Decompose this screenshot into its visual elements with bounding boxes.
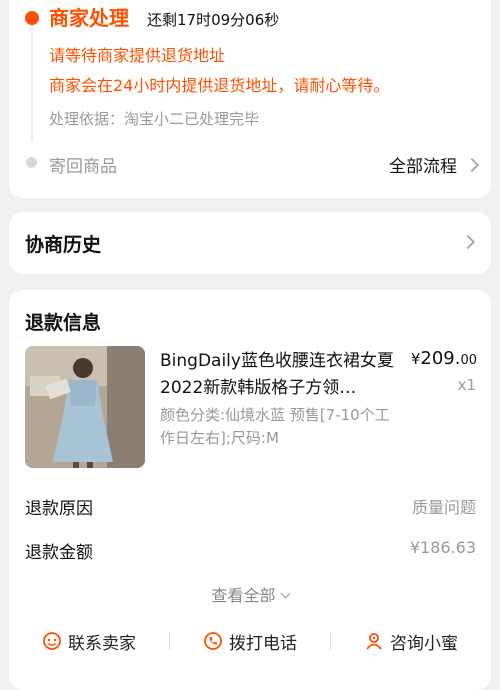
price-currency: ¥ [410,350,421,368]
refund-amount-label: 退款金额 [25,543,93,563]
timeline-line [31,14,33,142]
contact-seller-label: 联系卖家 [68,633,136,654]
status-card: 商家处理 还剩17时09分06秒 请等待商家提供退货地址 商家会在24小时内提供… [9,0,491,198]
chevron-down-icon [280,588,290,599]
price-decimal: 00 [460,353,477,368]
notice-line-2: 商家会在24小时内提供退货地址，请耐心等待。 [49,76,390,95]
consult-label: 咨询小蜜 [390,633,458,654]
return-goods-step: 寄回商品 [49,157,117,177]
product-spec: 颜色分类:仙境水蓝 预售[7-10个工作日左右];尺码:M [160,406,390,447]
assistant-icon [366,633,382,650]
chevron-right-icon [464,157,480,172]
price-integer: 209. [420,348,461,369]
chevron-right-icon [460,234,476,250]
view-all-label: 查看全部 [211,586,276,605]
refund-reason-value: 质量问题 [411,498,476,517]
view-all-button[interactable]: 查看全部 [9,582,491,606]
timeline-active-dot [25,11,39,25]
status-title: 商家处理 [49,6,129,30]
all-flow-link[interactable]: 全部流程 [389,152,480,177]
contact-seller-button[interactable]: 联系卖家 [9,626,169,656]
product-quantity: x1 [457,376,476,394]
processing-basis: 处理依据：淘宝小二已处理完毕 [49,110,260,128]
refund-info-card: 退款信息 BingDaily蓝色收腰连衣裙女夏2022新款韩版格子方领… 颜色分… [9,290,491,690]
negotiation-history-card[interactable]: 协商历史 [9,212,491,274]
action-bar: 联系卖家 拨打电话 咨询小蜜 [9,626,491,656]
product-price: ¥209.00 [411,348,477,369]
consult-assistant-button[interactable]: 咨询小蜜 [331,626,491,656]
refund-info-title: 退款信息 [25,312,102,334]
product-title[interactable]: BingDaily蓝色收腰连衣裙女夏2022新款韩版格子方领… [160,348,396,402]
negotiation-history-title: 协商历史 [25,234,102,256]
all-flow-label: 全部流程 [389,157,457,177]
call-button[interactable]: 拨打电话 [170,626,330,656]
call-label: 拨打电话 [229,633,297,654]
notice-line-1: 请等待商家提供退货地址 [49,46,226,65]
countdown-timer: 还剩17时09分06秒 [147,11,280,29]
refund-amount-value: ¥186.63 [409,538,476,557]
chat-icon [43,632,61,650]
phone-icon [204,632,222,650]
timeline-idle-dot [26,157,37,168]
product-thumbnail[interactable] [25,346,145,468]
refund-reason-label: 退款原因 [25,499,93,519]
